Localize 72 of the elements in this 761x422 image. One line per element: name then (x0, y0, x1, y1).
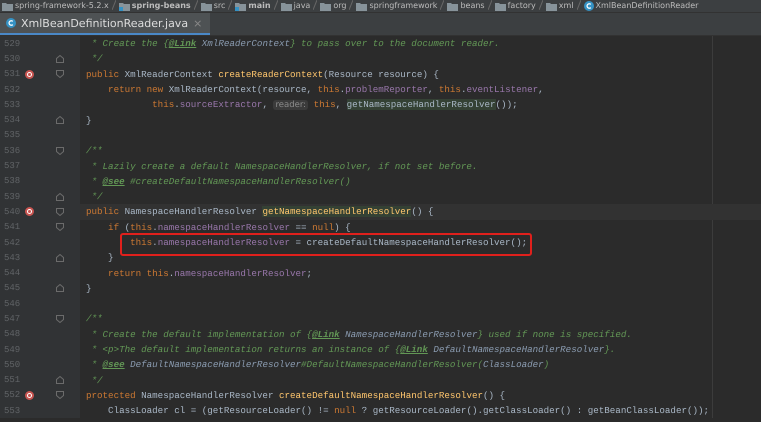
slash-separator-icon (228, 0, 232, 10)
slash-separator-icon (538, 0, 543, 10)
code-line: this.sourceExtractor, reader: this, getNamespaceHandlerResolver()); (151, 99, 518, 110)
folder-icon (546, 2, 557, 10)
file-tab[interactable]: XmlBeanDefinitionReader.java × (0, 13, 210, 35)
fold-marker-icon[interactable] (56, 208, 64, 216)
code-line: this.namespaceHandlerResolver = createDefaultNamespaceHandlerResolver(); (129, 237, 528, 248)
breadcrumb-item[interactable]: factory (508, 0, 536, 12)
folder-icon (280, 2, 292, 10)
breadcrumb-item[interactable]: springframework (369, 0, 438, 12)
code-line: public XmlReaderContext createReaderContext(Resource resource) { (85, 68, 439, 80)
slash-separator-icon (349, 0, 354, 10)
code-line: * Create the {@Link XmlReaderContext} to pass over to the document reader. (90, 38, 500, 50)
slash-separator-icon (194, 0, 198, 10)
folder-icon (356, 2, 368, 10)
folder-icon (235, 2, 246, 10)
override-marker-icon[interactable] (24, 390, 35, 401)
slash-separator-icon (313, 0, 318, 10)
code-line: public NamespaceHandlerResolver getNamespaceHandlerResolver() { (85, 206, 434, 218)
breadcrumb-item[interactable]: XmlBeanDefinitionReader (596, 0, 698, 12)
breadcrumb-item[interactable]: spring-beans (132, 0, 191, 12)
class-c-icon (584, 1, 594, 11)
override-marker-icon[interactable] (24, 206, 35, 218)
override-marker-icon[interactable] (24, 68, 35, 80)
breadcrumb-item[interactable]: java (294, 0, 310, 12)
code-line: } (107, 252, 114, 264)
fold-marker-icon[interactable] (56, 314, 64, 323)
breadcrumb-item[interactable]: src (214, 0, 226, 12)
fold-marker-icon[interactable] (56, 254, 64, 262)
folder-icon (320, 2, 332, 10)
slash-separator-icon (112, 0, 116, 10)
fold-marker-icon[interactable] (56, 192, 64, 201)
fold-marker-icon[interactable] (56, 70, 64, 78)
folder-icon (494, 2, 506, 10)
code-line: */ (90, 53, 103, 64)
fold-marker-icon[interactable] (56, 146, 64, 155)
code-line: * Create the default implementation of {@Link NamespaceHandlerResolver} used if none is specified. (90, 328, 632, 340)
breadcrumb-item[interactable]: main (248, 0, 271, 12)
fold-marker-icon[interactable] (56, 376, 64, 384)
breadcrumb-item[interactable]: beans (460, 0, 485, 12)
slash-separator-icon (440, 0, 444, 10)
code-line: protected NamespaceHandlerResolver createDefaultNamespaceHandlerResolver() { (85, 390, 506, 401)
code-line: ClassLoader cl = (getResourceLoader() != null ? getResourceLoader().getClassLoader() : getBeanClassLoader()); (107, 405, 710, 416)
slash-separator-icon (274, 0, 278, 10)
code-line: } (85, 114, 92, 126)
code-line: * Lazily create a default NamespaceHandlerResolver, if not set before. (90, 160, 478, 172)
code-line: * @see #createDefaultNamespaceHandlerResolver() (90, 176, 351, 187)
code-line: */ (90, 191, 103, 202)
fold-marker-icon[interactable] (56, 391, 64, 400)
code-line: /** (85, 313, 103, 324)
code-line: return this.namespaceHandlerResolver; (107, 268, 312, 279)
code-line: * <p>The default implementation returns an instance of {@Link DefaultNamespaceHandlerResolver}. (90, 344, 616, 356)
slash-separator-icon (576, 0, 581, 10)
fold-marker-icon[interactable] (56, 54, 64, 63)
code-line: * @see DefaultNamespaceHandlerResolver#DefaultNamespaceHandlerResolver(ClassLoader) (90, 359, 550, 370)
folder-icon (2, 2, 13, 10)
code-line: return new XmlReaderContext(resource, this.problemReporter, this.eventListener, (107, 84, 544, 96)
code-line: if (this.namespaceHandlerResolver == null) { (107, 222, 351, 233)
breadcrumb-item[interactable]: xml (558, 0, 574, 12)
breadcrumb-item[interactable]: org (333, 0, 346, 12)
class-c-icon (6, 18, 16, 28)
fold-marker-icon[interactable] (56, 284, 64, 292)
code-line: */ (90, 374, 103, 386)
code-line: } (85, 282, 92, 294)
folder-icon (118, 2, 130, 10)
slash-separator-icon (488, 0, 492, 10)
fold-marker-icon[interactable] (56, 116, 64, 124)
folder-icon (200, 2, 212, 10)
code-line: /** (85, 145, 103, 156)
breadcrumb-item[interactable]: spring-framework-5.2.x (15, 0, 109, 12)
fold-marker-icon[interactable] (56, 223, 64, 232)
folder-icon (447, 2, 458, 10)
